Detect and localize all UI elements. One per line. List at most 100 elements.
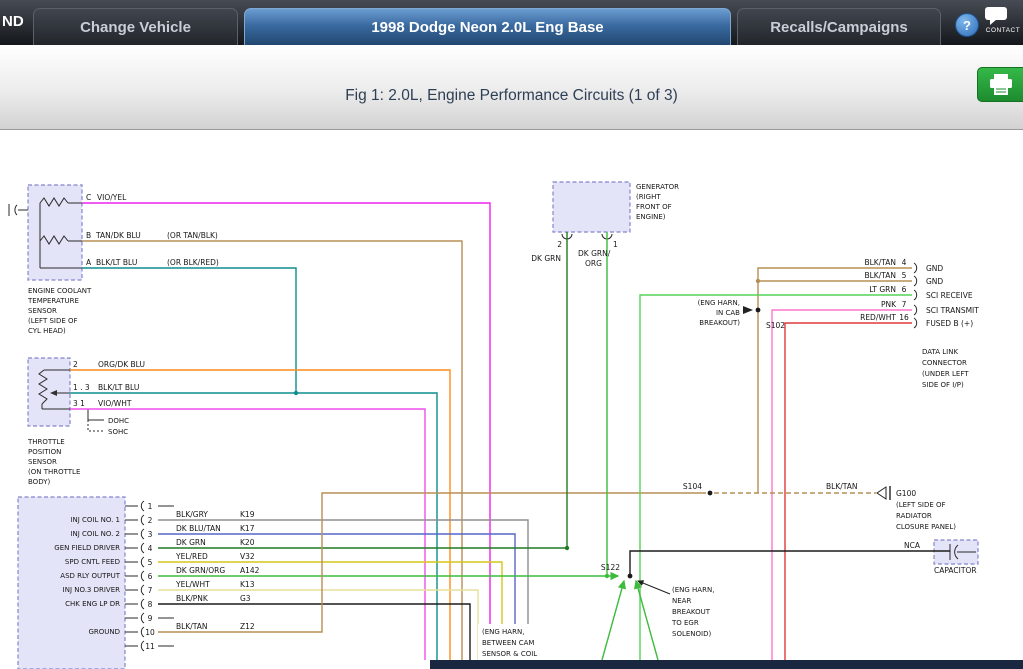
- dlc-desc: (UNDER LEFT: [922, 370, 969, 378]
- pcm-pin-number: 2: [148, 516, 153, 525]
- tps-pin: 2: [73, 360, 78, 369]
- cam-note: (ENG HARN,: [482, 628, 524, 636]
- pcm-circuit-code: K20: [240, 538, 255, 547]
- wire-vio-yel: [82, 203, 490, 660]
- pcm-pin-number: 6: [148, 572, 153, 581]
- ect-desc: CYL HEAD): [28, 327, 66, 335]
- g100-desc: CLOSURE PANEL): [896, 523, 956, 531]
- dohc-bracket: [88, 409, 104, 420]
- figure-title: Fig 1: 2.0L, Engine Performance Circuits…: [0, 87, 1023, 105]
- splice-s102-dot: [756, 308, 761, 313]
- pcm-function: ASD RLY OUTPUT: [60, 572, 120, 580]
- tps-variant-sohc: SOHC: [108, 428, 128, 436]
- generator-desc: GENERATOR: [636, 183, 679, 191]
- tps-wire: ORG/DK BLU: [98, 360, 145, 369]
- pcm-function: INJ NO.3 DRIVER: [63, 586, 120, 594]
- tab-vehicle-title[interactable]: 1998 Dodge Neon 2.0L Eng Base: [244, 8, 731, 45]
- dlc-function: SCI TRANSMIT: [926, 306, 979, 315]
- tab-change-vehicle[interactable]: Change Vehicle: [33, 8, 238, 45]
- cab-note: (ENG HARN,: [698, 299, 740, 307]
- contact-button[interactable]: CONTACT: [983, 6, 1023, 34]
- tps-desc: (ON THROTTLE: [28, 468, 80, 476]
- ect-desc: TEMPERATURE: [27, 297, 79, 305]
- tps-variant-dohc: DOHC: [108, 417, 129, 425]
- ect-wire-a-alt: (OR BLK/RED): [167, 258, 219, 267]
- generator-wire-dkgrn: DK GRN: [531, 254, 561, 263]
- splice-s122-label: S122: [601, 563, 620, 572]
- tps-sensor-box: [28, 358, 70, 426]
- g100-desc: (LEFT SIDE OF: [896, 501, 946, 509]
- dlc-wire-label: LT GRN: [869, 285, 896, 294]
- top-navbar: ND Change Vehicle 1998 Dodge Neon 2.0L E…: [0, 0, 1023, 45]
- pcm-wire-label: DK BLU/TAN: [176, 524, 221, 533]
- generator-terminal-arcs: [562, 234, 612, 239]
- pcm-function: INJ COIL NO. 2: [70, 530, 120, 538]
- pcm-wire-label: DK GRN: [176, 538, 206, 547]
- pcm-wire-label: YEL/WHT: [175, 580, 210, 589]
- g100-wire-label: BLK/TAN: [826, 482, 858, 491]
- egr-note: SOLENOID): [672, 630, 711, 638]
- pcm-wire-label: BLK/PNK: [176, 594, 209, 603]
- junction-tan: [756, 279, 760, 283]
- pcm-circuit-code: K19: [240, 510, 255, 519]
- junction-grn-org: [605, 574, 609, 578]
- s102-pointer-arrow-icon: [743, 306, 753, 314]
- wiring-diagram-canvas: C VIO/YEL B TAN/DK BLU (OR TAN/BLK) A BL…: [0, 130, 1023, 669]
- tab-recalls-campaigns[interactable]: Recalls/Campaigns: [737, 8, 941, 45]
- pcm-pin-brackets: [125, 501, 144, 651]
- pcm-circuit-code: G3: [240, 594, 251, 603]
- wire-red-wht: [785, 323, 912, 660]
- pcm-circuit-code: Z12: [240, 622, 255, 631]
- cab-note: IN CAB: [716, 309, 740, 317]
- egr-note: (ENG HARN,: [672, 586, 714, 594]
- ect-desc: SENSOR: [28, 307, 57, 315]
- generator-desc: ENGINE): [636, 213, 666, 221]
- wiring-diagram-svg: C VIO/YEL B TAN/DK BLU (OR TAN/BLK) A BL…: [0, 130, 1023, 669]
- egr-note: BREAKOUT: [672, 608, 711, 616]
- dlc-pin-number: 5: [902, 271, 907, 280]
- pcm-wire-label: DK GRN/ORG: [176, 566, 225, 575]
- splice-s102-label: S102: [766, 321, 785, 330]
- dlc-desc: DATA LINK: [922, 348, 958, 356]
- print-button[interactable]: [977, 67, 1023, 102]
- wire-capacitor: [630, 551, 950, 576]
- ect-desc: ENGINE COOLANT: [28, 287, 92, 295]
- g100-label: G100: [896, 489, 916, 498]
- wire-tan-dkblu: [82, 241, 462, 660]
- pcm-pin-number: 5: [148, 558, 153, 567]
- g100-ground-arrow-icon: [877, 487, 886, 499]
- chat-bubble-icon: [983, 6, 1009, 26]
- ect-pin-a: A: [86, 258, 92, 267]
- pcm-pin-number: 7: [148, 586, 153, 595]
- ect-shield-ground-icon: [9, 204, 28, 216]
- tps-desc: SENSOR: [28, 458, 57, 466]
- pcm-function: GROUND: [88, 628, 120, 636]
- generator-desc: FRONT OF: [636, 203, 672, 211]
- dlc-pin-brackets: [914, 263, 917, 328]
- dlc-pin-number: 6: [902, 285, 907, 294]
- g100-desc: RADIATOR: [896, 512, 932, 520]
- pcm-function: INJ COIL NO. 1: [70, 516, 120, 524]
- pcm-circuit-code: K13: [240, 580, 255, 589]
- wire-org-dkblu: [70, 370, 450, 660]
- capacitor-label: CAPACITOR: [934, 566, 977, 575]
- pcm-circuit-code: A142: [240, 566, 260, 575]
- wire-lt-grn: [640, 295, 912, 660]
- help-button[interactable]: ?: [955, 13, 979, 37]
- nav-left-text: ND: [2, 13, 24, 30]
- pcm-wire-label: BLK/GRY: [176, 510, 208, 519]
- tps-desc: POSITION: [28, 448, 61, 456]
- pcm-function: GEN FIELD DRIVER: [54, 544, 120, 552]
- dlc-desc: SIDE OF I/P): [922, 381, 964, 389]
- dlc-wire-label: BLK/TAN: [864, 258, 896, 267]
- cab-note: BREAKOUT): [699, 319, 740, 327]
- dlc-pin-number: 4: [902, 258, 907, 267]
- egr-note: NEAR: [672, 597, 691, 605]
- ect-wire-c: VIO/YEL: [97, 193, 127, 202]
- splice-s104-dot: [708, 491, 713, 496]
- tps-wire: VIO/WHT: [98, 399, 132, 408]
- generator-wire-dkgrnorg: DK GRN/: [578, 249, 611, 258]
- pcm-wire-label: YEL/RED: [175, 552, 208, 561]
- egr-note-arrow-icon: [638, 581, 670, 594]
- splice-s104-label: S104: [683, 482, 702, 491]
